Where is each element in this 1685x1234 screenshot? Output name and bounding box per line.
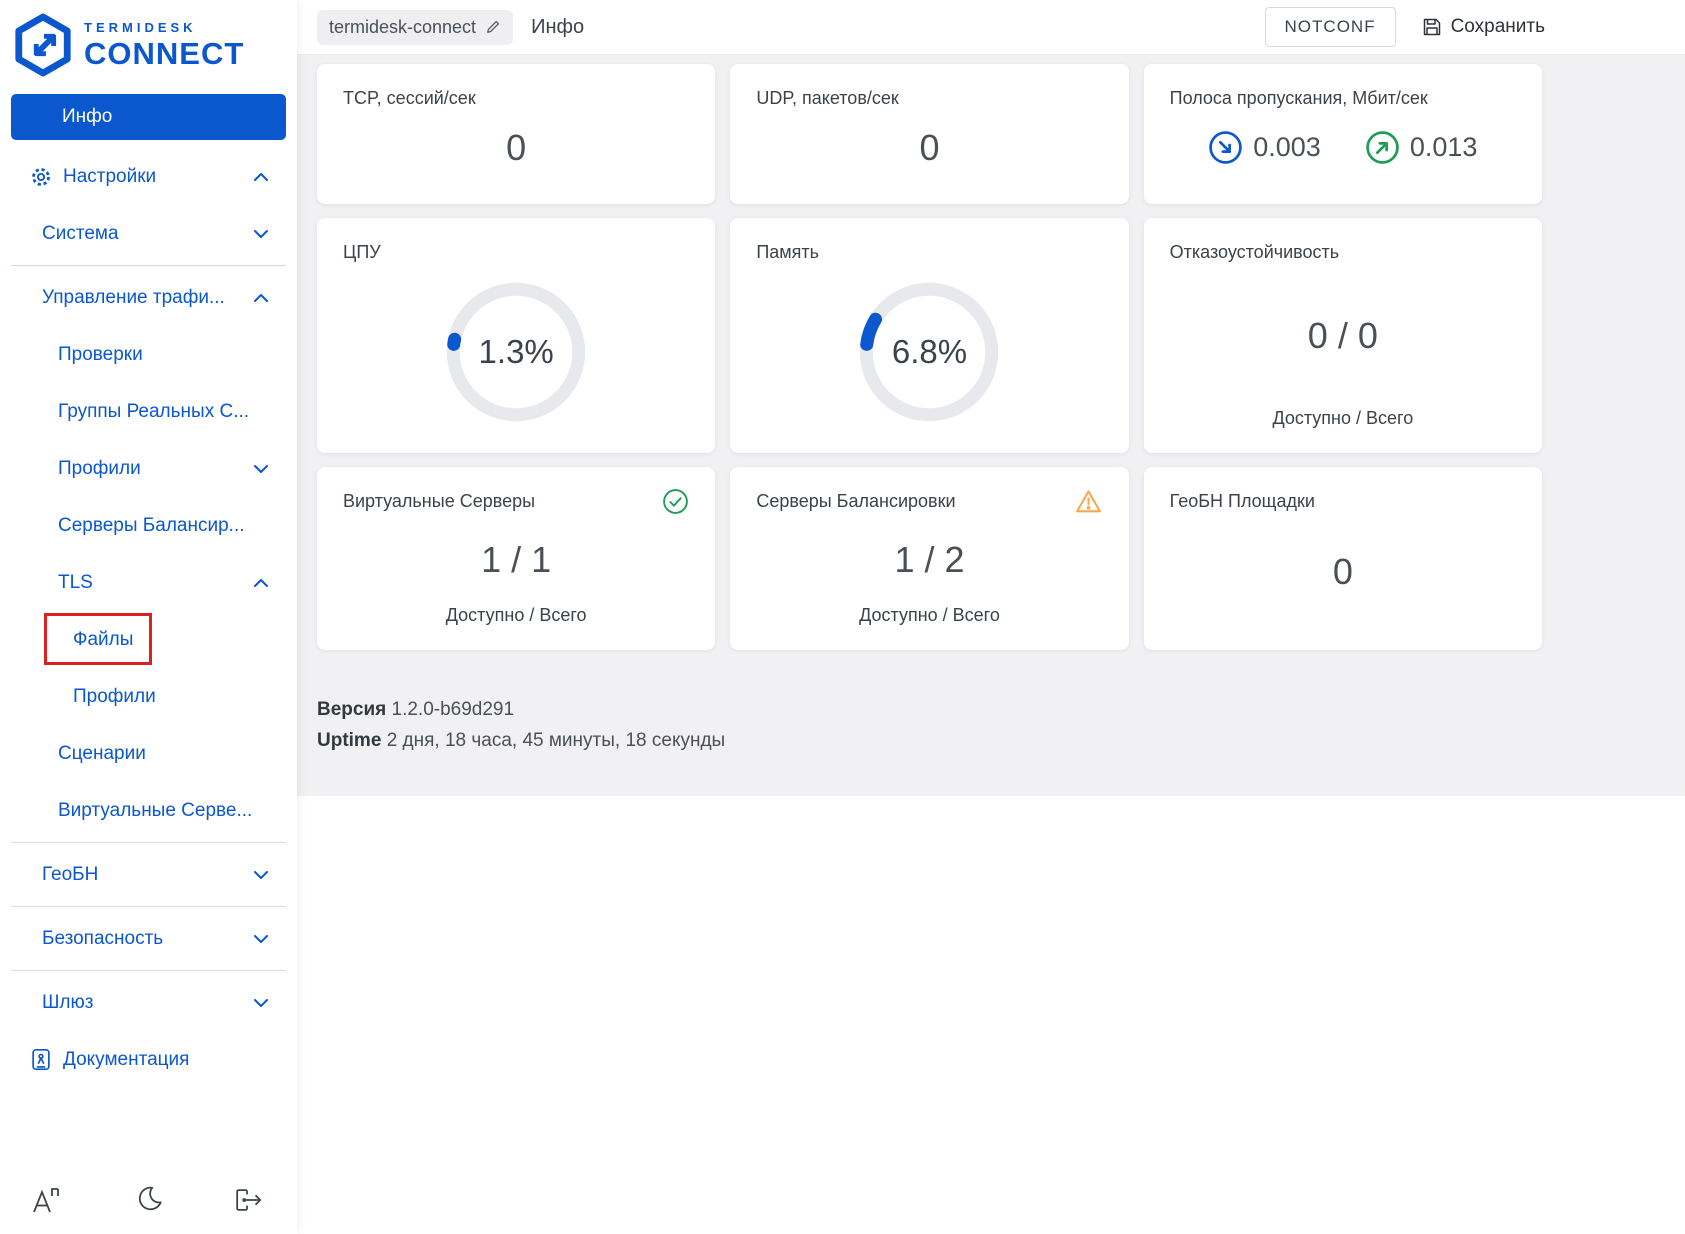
sidebar-item-balancer-servers[interactable]: Серверы Балансир...: [0, 497, 297, 554]
sidebar-nav: Настройки Система Управление трафи... Пр…: [0, 148, 297, 1088]
chevron-up-icon: [253, 578, 269, 588]
save-button[interactable]: Сохранить: [1422, 16, 1545, 38]
bandwidth-in-value: 0.003: [1253, 132, 1321, 162]
language-icon[interactable]: [30, 1184, 64, 1216]
page-title: Инфо: [531, 15, 585, 38]
sidebar-divider: [11, 906, 286, 907]
card-cpu: ЦПУ 1.3%: [317, 218, 716, 453]
uptime-value: 2 дня, 18 часа, 45 минуты, 18 секунды: [386, 730, 726, 751]
card-geobn-sites: ГеоБН Площадки 0: [1143, 467, 1542, 650]
memory-percent: 6.8%: [891, 333, 968, 370]
system-meta: Версия 1.2.0-b69d291 Uptime 2 дня, 18 ча…: [317, 694, 1685, 756]
brand-logo: TERMIDESK CONNECT: [0, 0, 297, 88]
sidebar-item-info-active[interactable]: Инфо: [11, 94, 286, 140]
cpu-gauge: 1.3%: [445, 281, 587, 423]
card-bandwidth: Полоса пропускания, Мбит/сек 0.003 0.013: [1143, 64, 1542, 204]
empty-area: [297, 796, 1685, 1234]
uptime-line: Uptime 2 дня, 18 часа, 45 минуты, 18 сек…: [317, 730, 726, 751]
hostname-text: termidesk-connect: [329, 16, 477, 37]
sidebar-item-real-server-groups[interactable]: Группы Реальных С...: [0, 383, 297, 440]
sidebar-item-traffic-management[interactable]: Управление трафи...: [0, 269, 297, 326]
arrow-up-right-circle-icon: [1365, 130, 1400, 165]
tcp-value: 0: [506, 126, 527, 168]
balancer-servers-caption: Доступно / Всего: [859, 605, 1000, 625]
sidebar-item-virtual-servers[interactable]: Виртуальные Серве...: [0, 782, 297, 839]
sidebar-item-profiles[interactable]: Профили: [0, 440, 297, 497]
check-circle-icon: [662, 488, 689, 515]
warning-triangle-icon: [1074, 488, 1103, 515]
sidebar-item-tls[interactable]: TLS: [0, 554, 297, 611]
chevron-up-icon: [253, 293, 269, 303]
sidebar: TERMIDESK CONNECT Инфо Настройки Система: [0, 0, 297, 1234]
card-virtual-servers: Виртуальные Серверы 1 / 1 Доступно / Все…: [317, 467, 716, 650]
virtual-servers-caption: Доступно / Всего: [445, 605, 587, 625]
cpu-percent: 1.3%: [478, 333, 554, 370]
sidebar-divider: [11, 970, 286, 971]
sidebar-item-settings[interactable]: Настройки: [0, 148, 297, 205]
notconf-badge[interactable]: NOTCONF: [1264, 7, 1396, 47]
card-failover: Отказоустойчивость 0 / 0 Доступно / Всег…: [1143, 218, 1542, 453]
card-balancer-servers: Серверы Балансировки 1 / 2 Доступно / Вс…: [730, 467, 1129, 650]
moon-icon[interactable]: [132, 1184, 164, 1216]
sidebar-item-documentation[interactable]: Документация: [0, 1031, 297, 1088]
sidebar-item-gateway[interactable]: Шлюз: [0, 974, 297, 1031]
chevron-down-icon: [253, 464, 269, 474]
top-bar: termidesk-connect Инфо NOTCONF Сохранить: [297, 0, 1685, 55]
arrow-down-right-circle-icon: [1208, 130, 1243, 165]
sidebar-divider: [11, 842, 286, 843]
balancer-servers-value: 1 / 2: [894, 539, 965, 580]
failover-value: 0 / 0: [1307, 314, 1378, 356]
version-line: Версия 1.2.0-b69d291: [317, 699, 515, 720]
chevron-up-icon: [253, 172, 269, 182]
sidebar-divider: [11, 265, 286, 266]
dashboard: TCP, сессий/сек 0 UDP, пакетов/сек 0 Пол…: [297, 55, 1685, 796]
card-tcp-sessions: TCP, сессий/сек 0: [317, 64, 716, 204]
chevron-down-icon: [253, 934, 269, 944]
card-udp-packets: UDP, пакетов/сек 0: [730, 64, 1129, 204]
logout-icon[interactable]: [231, 1184, 265, 1216]
main-area: termidesk-connect Инфо NOTCONF Сохранить…: [297, 0, 1685, 1234]
chevron-down-icon: [253, 870, 269, 880]
version-value: 1.2.0-b69d291: [391, 699, 515, 720]
virtual-servers-value: 1 / 1: [481, 539, 552, 580]
app-root: TERMIDESK CONNECT Инфо Настройки Система: [0, 0, 1685, 1234]
book-icon: [30, 1048, 52, 1072]
pencil-icon[interactable]: [485, 19, 501, 35]
sidebar-item-checks[interactable]: Проверки: [0, 326, 297, 383]
floppy-icon: [1422, 17, 1442, 37]
sidebar-item-tls-profiles[interactable]: Профили: [0, 668, 297, 725]
sidebar-item-tls-files[interactable]: Файлы: [0, 611, 297, 668]
geobn-sites-value: 0: [1332, 551, 1353, 592]
hostname-chip[interactable]: termidesk-connect: [317, 9, 514, 45]
card-memory: Память 6.8%: [730, 218, 1129, 453]
hexagon-logo-icon: [12, 12, 74, 78]
sidebar-item-system[interactable]: Система: [0, 205, 297, 262]
sidebar-item-geobn[interactable]: ГеоБН: [0, 846, 297, 903]
sidebar-footer: [0, 1184, 297, 1234]
bandwidth-out-value: 0.013: [1409, 132, 1478, 162]
sidebar-item-security[interactable]: Безопасность: [0, 910, 297, 967]
chevron-down-icon: [253, 998, 269, 1008]
memory-gauge: 6.8%: [858, 281, 1000, 423]
brand-name-bottom: CONNECT: [84, 36, 245, 71]
brand-name-top: TERMIDESK: [84, 20, 197, 35]
udp-value: 0: [919, 126, 940, 168]
gear-icon: [30, 166, 52, 188]
chevron-down-icon: [253, 229, 269, 239]
failover-caption: Доступно / Всего: [1272, 408, 1414, 428]
sidebar-item-scenarios[interactable]: Сценарии: [0, 725, 297, 782]
